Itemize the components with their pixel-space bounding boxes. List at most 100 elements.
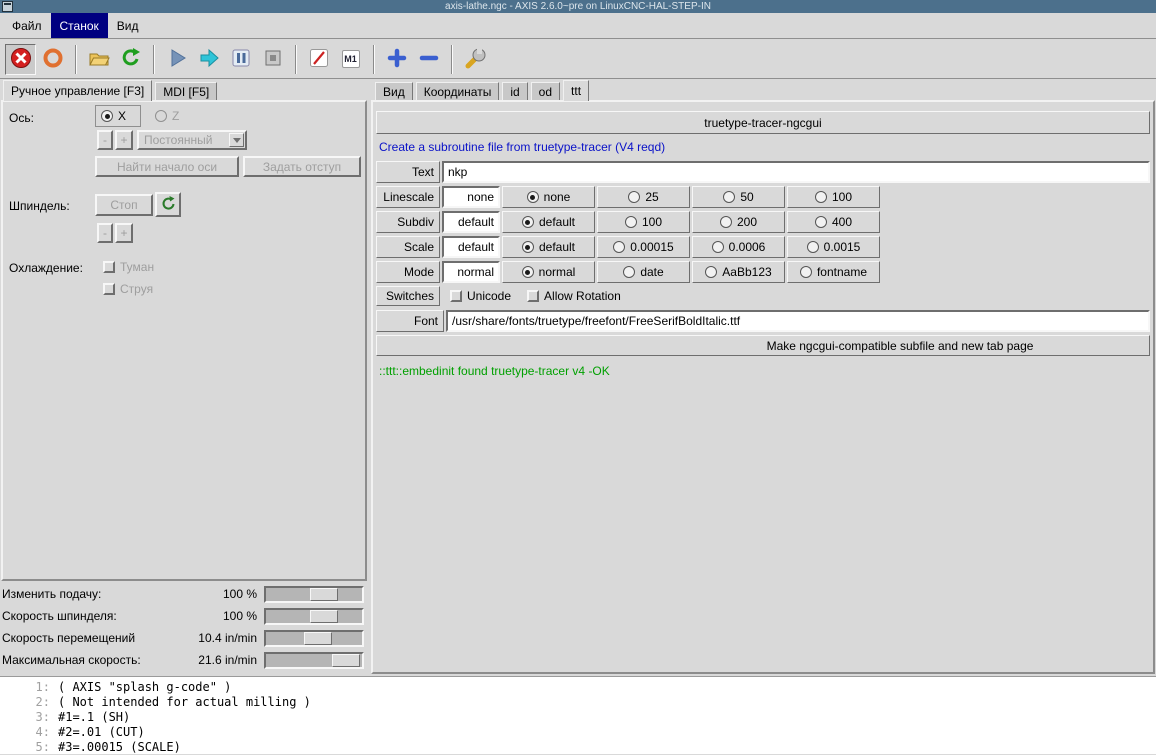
- spindle-minus-button[interactable]: -: [97, 223, 113, 243]
- left-tabs: Ручное управление [F3] MDI [F5]: [3, 80, 220, 101]
- linescale-value-input[interactable]: [444, 188, 498, 206]
- subdiv-value-input[interactable]: [444, 213, 498, 231]
- subdiv-option-default[interactable]: default: [502, 211, 595, 233]
- axis-x-radio[interactable]: X: [95, 105, 141, 127]
- manual-control-panel: Ось: X Z - + Постоянный Найти начало оси…: [1, 100, 367, 581]
- skip-lines-toggle[interactable]: [303, 44, 334, 75]
- ttt-panel: truetype-tracer-ngcgui Create a subrouti…: [371, 100, 1155, 674]
- jog-minus-button[interactable]: -: [97, 130, 113, 150]
- mode-option-aabb123[interactable]: AaBb123: [692, 261, 785, 283]
- zoom-in-icon: [386, 47, 408, 72]
- mode-label: Mode: [376, 261, 440, 283]
- linescale-option-100[interactable]: 100: [787, 186, 880, 208]
- tool-touchoff-button[interactable]: [459, 44, 490, 75]
- zoom-out-button[interactable]: [413, 44, 444, 75]
- override-sliders: Изменить подачу: 100 % Скорость шпинделя…: [0, 583, 368, 671]
- scale-option-default[interactable]: default: [502, 236, 595, 258]
- scale-option-0006[interactable]: 0.0006: [692, 236, 785, 258]
- slider-thumb[interactable]: [310, 609, 338, 623]
- menu-machine[interactable]: Станок: [50, 13, 108, 38]
- linescale-option-50[interactable]: 50: [692, 186, 785, 208]
- slider-thumb[interactable]: [304, 631, 332, 645]
- spindle-turn-button[interactable]: [155, 192, 181, 217]
- checkbox-indicator: [450, 290, 462, 302]
- stop-button[interactable]: [257, 44, 288, 75]
- subdiv-option-200[interactable]: 200: [692, 211, 785, 233]
- optional-pause-toggle[interactable]: M1: [335, 44, 366, 75]
- machine-power-button[interactable]: [37, 44, 68, 75]
- mist-checkbox[interactable]: Туман: [103, 260, 154, 274]
- mode-row: Mode normal date AaBb123 fontname: [376, 261, 1150, 283]
- slider-thumb[interactable]: [310, 587, 338, 601]
- linescale-option-25[interactable]: 25: [597, 186, 690, 208]
- tab-ttt[interactable]: ttt: [563, 80, 590, 101]
- ttt-help-link[interactable]: Create a subroutine file from truetype-t…: [379, 140, 1150, 154]
- unicode-checkbox[interactable]: Unicode: [450, 289, 511, 303]
- zoom-out-icon: [418, 47, 440, 72]
- right-tabs: Вид Координаты id od ttt: [375, 80, 592, 101]
- ttt-header: truetype-tracer-ngcgui: [376, 111, 1150, 134]
- slider-thumb[interactable]: [332, 653, 360, 667]
- open-file-button[interactable]: [83, 44, 114, 75]
- menu-file[interactable]: Файл: [3, 13, 51, 38]
- scale-value-input[interactable]: [444, 238, 498, 256]
- flood-checkbox[interactable]: Струя: [103, 282, 153, 296]
- mode-option-date[interactable]: date: [597, 261, 690, 283]
- radio-indicator: [155, 110, 167, 122]
- spindle-plus-button[interactable]: +: [115, 223, 133, 243]
- make-subfile-button[interactable]: Make ngcgui-compatible subfile and new t…: [376, 335, 1150, 356]
- mode-option-normal[interactable]: normal: [502, 261, 595, 283]
- spindle-override-row: Скорость шпинделя: 100 %: [0, 605, 368, 627]
- axis-label: Ось:: [9, 111, 34, 125]
- jog-mode-combobox[interactable]: Постоянный: [137, 130, 247, 150]
- toolbar-separator: [295, 44, 297, 74]
- jog-speed-slider[interactable]: [264, 629, 364, 647]
- tab-preview[interactable]: Вид: [375, 82, 413, 100]
- estop-button[interactable]: [5, 43, 36, 75]
- text-input[interactable]: [444, 163, 1148, 181]
- tab-od[interactable]: od: [530, 82, 561, 100]
- pause-button[interactable]: [225, 44, 256, 75]
- chevron-down-icon: [229, 133, 244, 147]
- open-folder-icon: [88, 47, 110, 72]
- linescale-option-none[interactable]: none: [502, 186, 595, 208]
- reload-button[interactable]: [115, 44, 146, 75]
- scale-option-00015[interactable]: 0.00015: [597, 236, 690, 258]
- run-from-line-button[interactable]: [193, 44, 224, 75]
- tab-mdi[interactable]: MDI [F5]: [155, 82, 218, 100]
- allow-rotation-checkbox[interactable]: Allow Rotation: [527, 289, 621, 303]
- subdiv-option-400[interactable]: 400: [787, 211, 880, 233]
- titlebar: axis-lathe.ngc - AXIS 2.6.0~pre on Linux…: [0, 0, 1156, 13]
- touch-off-button[interactable]: Задать отступ: [243, 156, 361, 177]
- scale-option-0015[interactable]: 0.0015: [787, 236, 880, 258]
- mode-value-input[interactable]: [444, 263, 498, 281]
- feed-override-row: Изменить подачу: 100 %: [0, 583, 368, 605]
- gcode-listing[interactable]: 1: ( AXIS "splash g-code" ) 2: ( Not int…: [0, 676, 1156, 754]
- run-button[interactable]: [161, 44, 192, 75]
- jog-plus-button[interactable]: +: [115, 130, 133, 150]
- checkbox-indicator: [527, 290, 540, 302]
- mode-option-fontname[interactable]: fontname: [787, 261, 880, 283]
- tab-manual-control[interactable]: Ручное управление [F3]: [3, 80, 153, 101]
- tab-dro[interactable]: Координаты: [415, 82, 500, 100]
- axis-z-radio[interactable]: Z: [155, 109, 179, 123]
- gcode-line: 3: #1=.1 (SH): [35, 710, 131, 724]
- home-axis-button[interactable]: Найти начало оси: [95, 156, 239, 177]
- menu-view[interactable]: Вид: [108, 13, 148, 38]
- tab-id[interactable]: id: [502, 82, 528, 100]
- spindle-label: Шпиндель:: [9, 199, 70, 213]
- wrench-icon: [464, 47, 486, 72]
- m1-label: M1: [344, 54, 357, 64]
- zoom-in-button[interactable]: [381, 44, 412, 75]
- max-velocity-slider[interactable]: [264, 651, 364, 669]
- font-path-input[interactable]: [448, 312, 1148, 330]
- spindle-override-slider[interactable]: [264, 607, 364, 625]
- spindle-stop-button[interactable]: Стоп: [95, 194, 153, 216]
- window-icon: [2, 1, 13, 12]
- switches-row: Switches Unicode Allow Rotation: [376, 286, 1150, 306]
- reload-icon: [120, 47, 142, 72]
- feed-override-slider[interactable]: [264, 585, 364, 603]
- gcode-line: 4: #2=.01 (CUT): [35, 725, 145, 739]
- subdiv-option-100[interactable]: 100: [597, 211, 690, 233]
- font-button[interactable]: Font: [376, 310, 444, 332]
